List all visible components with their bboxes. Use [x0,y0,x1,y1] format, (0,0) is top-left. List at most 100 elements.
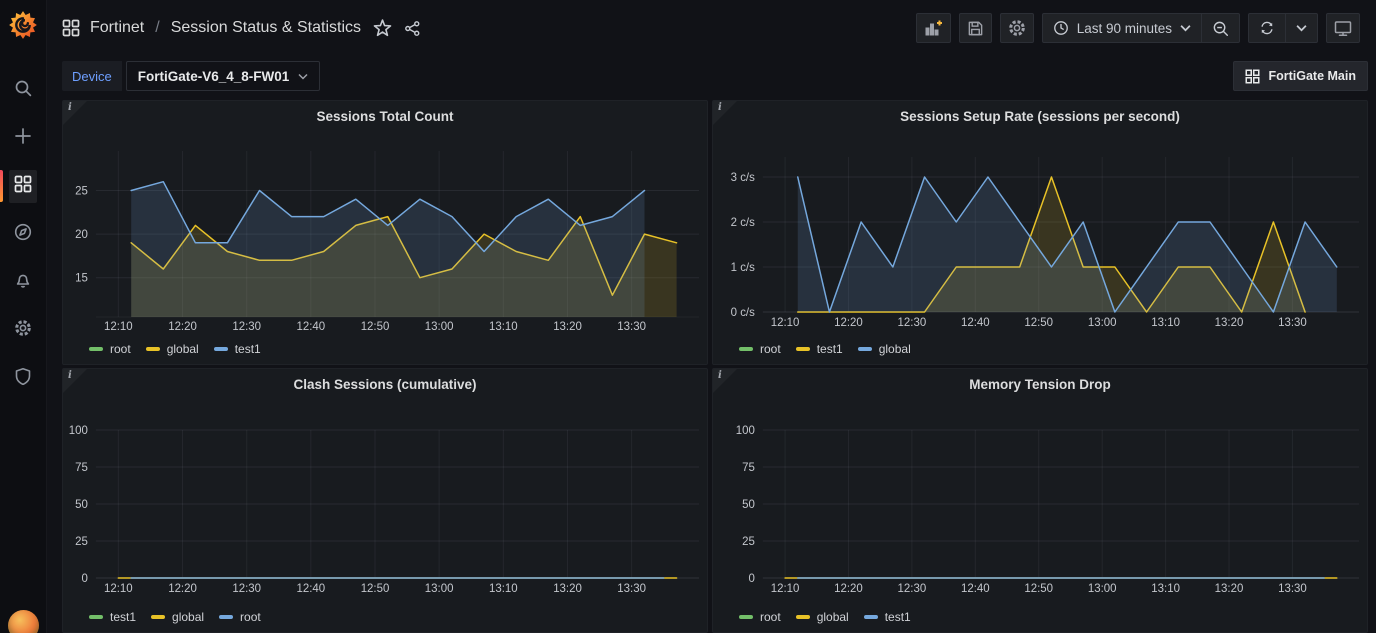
legend-swatch [795,615,810,619]
chart-canvas-sessions-total[interactable]: 12:10 12:20 12:30 12:40 12:50 13:00 13:10 13:20… [63,131,707,341]
sidebar-item-configuration[interactable] [0,306,47,354]
legend-item-global[interactable]: global [151,610,204,624]
legend-label: test1 [816,342,843,356]
monitor-icon [1334,21,1352,36]
sidebar-item-alerting[interactable] [0,258,47,306]
svg-text:12:40: 12:40 [297,583,326,595]
sidebar-item-create[interactable] [0,114,47,162]
legend-swatch [89,615,103,619]
dashboard-grid-icon [62,19,80,37]
panel-memory-tension-drop: i Memory Tension Drop 12:10 12:20 12:30 12:… [712,368,1368,633]
svg-text:12:30: 12:30 [898,317,927,329]
time-range-picker[interactable]: Last 90 minutes [1043,14,1201,42]
info-icon: i [718,370,722,381]
svg-text:12:30: 12:30 [898,583,927,595]
legend-item-global[interactable]: global [145,342,199,356]
sidebar-item-server-admin[interactable] [0,354,47,402]
svg-text:13:30: 13:30 [1278,317,1307,329]
dashboard-settings-button[interactable] [999,13,1034,43]
svg-text:13:00: 13:00 [425,321,454,333]
svg-text:13:20: 13:20 [553,321,582,333]
legend-item-root[interactable]: root [739,342,781,356]
compass-icon [14,223,32,246]
legend-item-root[interactable]: root [219,610,261,624]
fortigate-main-label: FortiGate Main [1268,69,1356,83]
refresh-icon [1261,21,1273,35]
svg-text:13:30: 13:30 [617,583,646,595]
legend-item-global[interactable]: global [795,610,849,624]
panel-info-corner[interactable]: i [713,369,737,393]
device-variable-value[interactable]: FortiGate-V6_4_8-FW01 [125,61,321,91]
legend-swatch [857,347,872,351]
svg-text:12:30: 12:30 [232,583,261,595]
legend-item-test1[interactable]: test1 [795,342,843,356]
sidebar-item-explore[interactable] [0,210,47,258]
dashboard-grid-icon [1245,69,1260,83]
cycle-view-mode-button[interactable] [1326,13,1360,43]
svg-text:15: 15 [75,273,88,285]
fortigate-main-link[interactable]: FortiGate Main [1233,61,1368,91]
panel-title[interactable]: Memory Tension Drop [713,369,1367,399]
legend-swatch [863,615,878,619]
refresh-interval-dropdown[interactable] [1285,14,1317,42]
panel-info-corner[interactable]: i [63,369,87,393]
svg-text:12:40: 12:40 [961,317,990,329]
legend-label: test1 [234,342,261,356]
svg-text:3 c/s: 3 c/s [731,172,755,184]
grafana-logo-icon[interactable] [8,10,38,40]
legend-swatch [145,347,160,351]
breadcrumb-page[interactable]: Session Status & Statistics [171,19,361,37]
save-dashboard-button[interactable] [958,13,992,43]
svg-text:12:50: 12:50 [361,321,390,333]
svg-text:13:30: 13:30 [617,321,646,333]
panel-title[interactable]: Clash Sessions (cumulative) [63,369,707,399]
svg-text:25: 25 [75,536,88,548]
sidebar-item-search[interactable] [0,66,47,114]
legend-label: root [240,610,261,624]
legend-item-global[interactable]: global [857,342,911,356]
svg-text:13:00: 13:00 [1088,583,1117,595]
panel-title[interactable]: Sessions Total Count [63,101,707,131]
chart-canvas-memory-tension[interactable]: 12:10 12:20 12:30 12:40 12:50 13:00 13:10 13:20… [713,399,1367,609]
legend-item-test1[interactable]: test1 [89,610,136,624]
svg-text:12:40: 12:40 [297,321,326,333]
refresh-button[interactable] [1249,14,1285,42]
dashboards-grid-icon [9,169,37,203]
time-range-label: Last 90 minutes [1076,20,1172,36]
chart-canvas-clash-sessions[interactable]: 12:10 12:20 12:30 12:40 12:50 13:00 13:10 13:20… [63,399,707,609]
info-icon: i [68,370,72,381]
panel-sessions-setup-rate: i Sessions Setup Rate (sessions per seco… [712,100,1368,365]
svg-text:12:40: 12:40 [961,583,990,595]
legend-label: global [172,610,205,624]
panel-info-corner[interactable]: i [63,101,87,125]
user-avatar[interactable] [8,610,39,633]
share-icon[interactable] [404,20,421,37]
add-panel-icon [925,20,942,36]
chart-canvas-setup-rate[interactable]: 12:10 12:20 12:30 12:40 12:50 13:00 13:10 13:20… [713,131,1367,341]
breadcrumb-dashboard[interactable]: Fortinet [90,19,144,37]
sidebar [0,0,47,633]
chevron-down-icon [1180,25,1191,32]
legend-item-root[interactable]: root [89,342,131,356]
legend-item-root[interactable]: root [739,610,781,624]
svg-text:12:20: 12:20 [168,583,197,595]
svg-text:1 c/s: 1 c/s [731,262,755,274]
svg-text:12:50: 12:50 [1024,583,1053,595]
svg-text:50: 50 [75,499,88,511]
svg-text:13:00: 13:00 [1088,317,1117,329]
panel-title[interactable]: Sessions Setup Rate (sessions per second… [713,101,1367,131]
star-icon[interactable] [373,18,392,38]
add-panel-button[interactable] [915,13,951,43]
bell-icon [14,271,32,294]
legend-item-test1[interactable]: test1 [863,610,911,624]
legend-item-test1[interactable]: test1 [213,342,261,356]
svg-text:50: 50 [742,499,755,511]
zoom-out-button[interactable] [1201,14,1239,42]
svg-text:100: 100 [736,425,755,437]
top-nav: Fortinet / Session Status & Statistics L… [47,0,1376,56]
breadcrumb: Fortinet / Session Status & Statistics [62,19,361,37]
svg-text:12:10: 12:10 [104,321,133,333]
panel-info-corner[interactable]: i [713,101,737,125]
svg-text:12:10: 12:10 [771,317,800,329]
sidebar-item-dashboards[interactable] [0,162,47,210]
